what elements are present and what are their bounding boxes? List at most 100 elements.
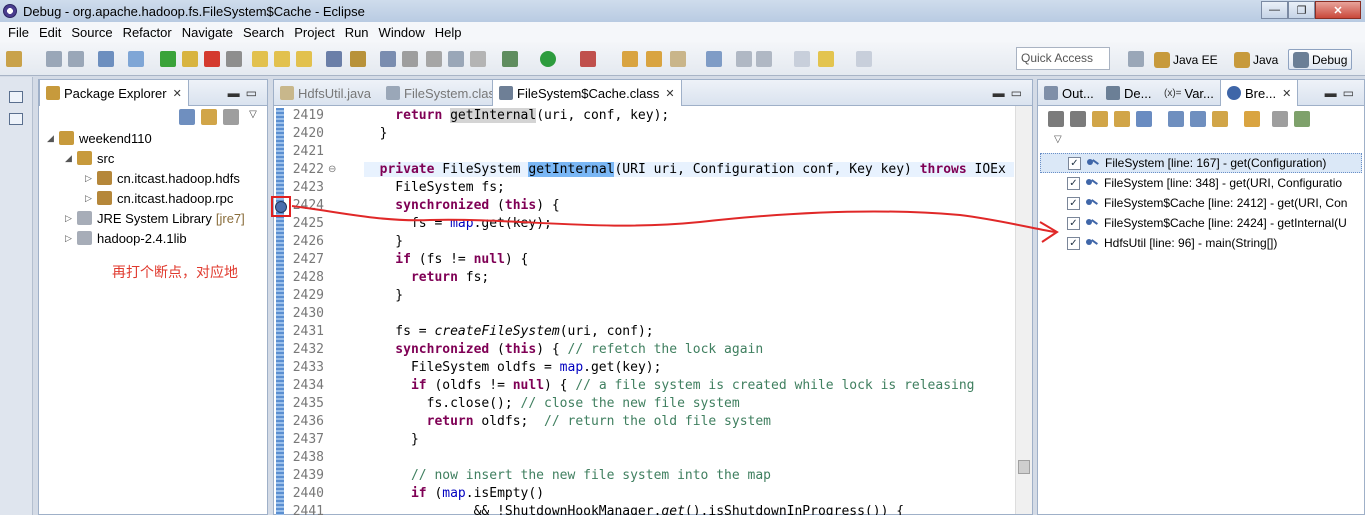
expand-triangle-icon[interactable]: ▷ [65, 233, 75, 244]
skip-breakpoints-icon[interactable] [128, 51, 144, 67]
tab-debug[interactable]: De... [1100, 80, 1157, 106]
tree-item-weekend110[interactable]: ◢ weekend110 [47, 128, 152, 148]
disconnect-icon[interactable] [226, 51, 242, 67]
link-with-editor-icon[interactable] [201, 109, 217, 125]
toggle-icon[interactable] [380, 51, 396, 67]
external-tools-icon[interactable] [580, 51, 596, 67]
tab-hdfsutil[interactable]: HdfsUtil.java [274, 80, 377, 106]
menu-project[interactable]: Project [289, 25, 339, 40]
menu-run[interactable]: Run [340, 25, 374, 40]
terminate-icon[interactable] [204, 51, 220, 67]
back-icon[interactable] [818, 51, 834, 67]
minimize-maximize-icon[interactable]: ▬▭ [228, 86, 263, 100]
open-perspective-icon[interactable] [402, 51, 418, 67]
breakpoint-icon[interactable] [275, 201, 287, 213]
tab-outline[interactable]: Out... [1038, 80, 1100, 106]
code-line[interactable]: if (fs != null) { [364, 252, 528, 267]
resume-icon[interactable] [160, 51, 176, 67]
breakpoint-checkbox[interactable]: ✓ [1068, 156, 1081, 170]
perspective-debug[interactable]: Debug [1288, 49, 1353, 70]
chevron-down-icon[interactable]: ▽ [245, 109, 261, 125]
code-line[interactable]: && !ShutdownHookManager.get().isShutdown… [364, 504, 905, 515]
open-perspective-button-icon[interactable] [1128, 51, 1144, 67]
minimize-maximize-icon[interactable]: ▬▭ [1325, 86, 1360, 100]
link-with-debug-view-icon[interactable] [1212, 111, 1228, 127]
maximize-button[interactable]: ❐ [1288, 1, 1315, 19]
open-type-icon[interactable] [646, 51, 662, 67]
step-over-icon[interactable] [274, 51, 290, 67]
code-line[interactable]: fs = map.get(key); [364, 216, 552, 231]
code-line[interactable]: synchronized (this) { // refetch the loc… [364, 342, 763, 357]
save-icon[interactable] [46, 51, 62, 67]
close-icon[interactable]: ✕ [173, 87, 182, 100]
perspective-java[interactable]: Java [1230, 49, 1282, 70]
tree-item-hadoop-lib[interactable]: ▷ hadoop-2.4.1lib [65, 228, 187, 248]
menu-source[interactable]: Source [66, 25, 117, 40]
drop-to-frame-icon[interactable] [326, 51, 342, 67]
menu-refactor[interactable]: Refactor [118, 25, 177, 40]
annotation-nav-icon[interactable] [706, 51, 722, 67]
last-edit-icon[interactable] [794, 51, 810, 67]
menu-search[interactable]: Search [238, 25, 289, 40]
code-line[interactable]: FileSystem oldfs = map.get(key); [364, 360, 661, 375]
prev-annotation-icon[interactable] [756, 51, 772, 67]
suspend-icon[interactable] [182, 51, 198, 67]
go-to-file-icon[interactable] [1114, 111, 1130, 127]
minimize-button[interactable]: — [1261, 1, 1288, 19]
breakpoint-row[interactable]: ✓ FileSystem$Cache [line: 2424] - getInt… [1040, 213, 1362, 233]
menu-help[interactable]: Help [430, 25, 467, 40]
save-all-icon[interactable] [68, 51, 84, 67]
customize-icon[interactable] [1294, 111, 1310, 127]
code-line[interactable]: // now insert the new file system into t… [364, 468, 771, 483]
tab-breakpoints[interactable]: Bre... ✕ [1220, 80, 1299, 106]
console-icon[interactable] [98, 51, 114, 67]
minimize-maximize-icon[interactable]: ▬▭ [993, 86, 1028, 100]
breakpoint-row[interactable]: ✓ FileSystem [line: 167] - get(Configura… [1040, 153, 1362, 173]
show-breakpoints-icon[interactable] [1092, 111, 1108, 127]
new-icon[interactable] [6, 51, 22, 67]
code-line[interactable]: return getInternal(uri, conf, key); [364, 108, 669, 123]
collapse-triangle-icon[interactable]: ◢ [65, 153, 75, 164]
breakpoint-row[interactable]: ✓ FileSystem [line: 348] - get(URI, Conf… [1040, 173, 1362, 193]
view-menu-icon[interactable] [1272, 111, 1288, 127]
menu-edit[interactable]: Edit [34, 25, 66, 40]
view-icon[interactable] [9, 113, 23, 125]
add-exception-breakpoint-icon[interactable] [1244, 111, 1260, 127]
breakpoint-checkbox[interactable]: ✓ [1067, 216, 1080, 230]
breakpoint-row[interactable]: ✓ HdfsUtil [line: 96] - main(String[]) [1040, 233, 1362, 253]
code-line[interactable]: } [364, 126, 388, 141]
collapse-triangle-icon[interactable]: ◢ [47, 133, 57, 144]
skip-all-breakpoints-icon[interactable] [1136, 111, 1152, 127]
tab-package-explorer[interactable]: Package Explorer ✕ [39, 80, 189, 106]
code-line[interactable]: return oldfs; // return the old file sys… [364, 414, 771, 429]
code-line[interactable]: } [364, 288, 403, 303]
code-line[interactable]: fs = createFileSystem(uri, conf); [364, 324, 653, 339]
close-button[interactable]: ✕ [1315, 1, 1361, 19]
tree-item-package-rpc[interactable]: ▷ cn.itcast.hadoop.rpc [85, 188, 233, 208]
remove-all-breakpoints-icon[interactable] [1070, 111, 1086, 127]
debug-run-icon[interactable] [502, 51, 518, 67]
breakpoint-checkbox[interactable]: ✓ [1067, 236, 1080, 250]
remove-breakpoint-icon[interactable] [1048, 111, 1064, 127]
tab-variables[interactable]: (x)= Var... [1158, 80, 1220, 106]
view-menu-icon[interactable] [223, 109, 239, 125]
code-line[interactable]: return fs; [364, 270, 489, 285]
tree-item-package-hdfs[interactable]: ▷ cn.itcast.hadoop.hdfs [85, 168, 240, 188]
menu-file[interactable]: File [3, 25, 34, 40]
expand-triangle-icon[interactable]: ▷ [85, 173, 95, 184]
use-step-filters-icon[interactable] [350, 51, 366, 67]
breakpoint-row[interactable]: ✓ FileSystem$Cache [line: 2412] - get(UR… [1040, 193, 1362, 213]
code-line[interactable]: } [364, 432, 419, 447]
menu-navigate[interactable]: Navigate [177, 25, 238, 40]
perspective-java-ee[interactable]: Java EE [1150, 49, 1222, 70]
step-into-icon[interactable] [252, 51, 268, 67]
tree-item-src[interactable]: ◢ src [65, 148, 114, 168]
new-java-project-icon[interactable] [622, 51, 638, 67]
code-line[interactable]: } [364, 234, 403, 249]
annotation-icon[interactable] [470, 51, 486, 67]
search-icon[interactable] [670, 51, 686, 67]
tab-filesystem-class[interactable]: FileSystem.class [380, 80, 508, 106]
run-icon[interactable] [540, 51, 556, 67]
tree-item-jre-library[interactable]: ▷ JRE System Library [jre7] [65, 208, 245, 228]
menu-window[interactable]: Window [374, 25, 430, 40]
